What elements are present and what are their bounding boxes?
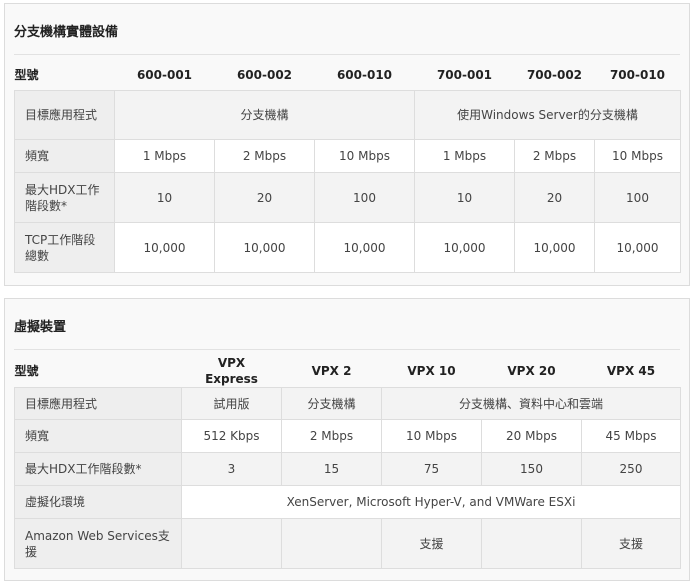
cell-tcp-sessions: 10,000 xyxy=(114,222,215,273)
table-row: 虛擬化環境 XenServer, Microsoft Hyper-V, and … xyxy=(14,485,681,519)
model-700-010: 700-010 xyxy=(609,68,666,82)
cell-bandwidth: 512 Kbps xyxy=(181,419,282,453)
cell-tcp-sessions: 10,000 xyxy=(514,222,595,273)
table-row: TCP工作階段總數 10,000 10,000 10,000 10,000 10… xyxy=(14,222,681,273)
model-vpx-express: VPX Express xyxy=(205,356,258,386)
row-label-application: 目標應用程式 xyxy=(14,90,115,140)
cell-bandwidth: 10 Mbps xyxy=(314,139,415,173)
cell-virtualization: XenServer, Microsoft Hyper-V, and VMWare… xyxy=(181,485,681,519)
cell-tcp-sessions: 10,000 xyxy=(314,222,415,273)
cell-aws xyxy=(181,518,282,569)
cell-application: 使用Windows Server的分支機構 xyxy=(414,90,681,140)
branch-spec-table: 型號 600-001 600-002 600-010 700-001 700-0… xyxy=(14,60,681,273)
cell-hdx-sessions: 10 xyxy=(414,172,515,223)
branch-panel-title: 分支機構實體設備 xyxy=(14,25,119,40)
table-row: 最大HDX工作階段數* 10 20 100 10 20 100 xyxy=(14,172,681,223)
cell-bandwidth: 45 Mbps xyxy=(581,419,681,453)
cell-bandwidth: 2 Mbps xyxy=(514,139,595,173)
cell-aws: 支援 xyxy=(581,518,681,569)
table-row: 頻寬 1 Mbps 2 Mbps 10 Mbps 1 Mbps 2 Mbps 1… xyxy=(14,139,681,173)
table-header-row: 型號 600-001 600-002 600-010 700-001 700-0… xyxy=(15,60,681,91)
model-vpx-45: VPX 45 xyxy=(606,364,656,378)
row-label-tcp-sessions: TCP工作階段總數 xyxy=(14,222,115,273)
cell-application: 分支機構 xyxy=(281,387,382,420)
model-vpx-10: VPX 10 xyxy=(407,364,456,378)
row-label-application: 目標應用程式 xyxy=(14,387,182,420)
cell-bandwidth: 2 Mbps xyxy=(214,139,315,173)
table-row: 最大HDX工作階段數* 3 15 75 150 250 xyxy=(14,452,681,486)
cell-tcp-sessions: 10,000 xyxy=(594,222,681,273)
model-header: 型號 xyxy=(14,364,39,378)
table-row: 頻寬 512 Kbps 2 Mbps 10 Mbps 20 Mbps 45 Mb… xyxy=(14,419,681,453)
row-label-hdx-sessions: 最大HDX工作階段數* xyxy=(14,172,115,223)
cell-hdx-sessions: 150 xyxy=(481,452,582,486)
table-row: 目標應用程式 試用版 分支機構 分支機構、資料中心和雲端 xyxy=(14,387,681,420)
cell-hdx-sessions: 100 xyxy=(594,172,681,223)
cell-hdx-sessions: 20 xyxy=(214,172,315,223)
cell-bandwidth: 10 Mbps xyxy=(381,419,482,453)
row-label-bandwidth: 頻寬 xyxy=(14,139,115,173)
table-row: 目標應用程式 分支機構 使用Windows Server的分支機構 xyxy=(14,90,681,140)
model-600-002: 600-002 xyxy=(236,68,293,82)
model-header: 型號 xyxy=(14,68,39,82)
cell-hdx-sessions: 10 xyxy=(114,172,215,223)
model-vpx-2: VPX 2 xyxy=(311,364,352,378)
cell-aws: 支援 xyxy=(381,518,482,569)
cell-application: 分支機構 xyxy=(114,90,415,140)
cell-bandwidth: 2 Mbps xyxy=(281,419,382,453)
cell-application: 試用版 xyxy=(181,387,282,420)
virtual-panel-title: 虛擬裝置 xyxy=(14,320,67,335)
row-label-aws: Amazon Web Services支援 xyxy=(14,518,182,569)
model-600-010: 600-010 xyxy=(336,68,393,82)
cell-hdx-sessions: 250 xyxy=(581,452,681,486)
branch-appliances-panel: 分支機構實體設備 型號 600-001 600-002 600-010 700-… xyxy=(4,3,690,286)
divider xyxy=(14,349,680,350)
virtual-spec-table: 型號 VPX Express VPX 2 VPX 10 VPX 20 VPX 4… xyxy=(14,355,681,569)
row-label-virtualization: 虛擬化環境 xyxy=(14,485,182,519)
model-vpx-20: VPX 20 xyxy=(507,364,556,378)
model-700-001: 700-001 xyxy=(436,68,493,82)
cell-hdx-sessions: 15 xyxy=(281,452,382,486)
cell-bandwidth: 1 Mbps xyxy=(414,139,515,173)
cell-tcp-sessions: 10,000 xyxy=(414,222,515,273)
model-600-001: 600-001 xyxy=(136,68,193,82)
table-row: Amazon Web Services支援 支援 支援 xyxy=(14,518,681,569)
cell-hdx-sessions: 3 xyxy=(181,452,282,486)
cell-hdx-sessions: 75 xyxy=(381,452,482,486)
cell-aws xyxy=(481,518,582,569)
cell-application: 分支機構、資料中心和雲端 xyxy=(381,387,681,420)
row-label-hdx-sessions: 最大HDX工作階段數* xyxy=(14,452,182,486)
cell-bandwidth: 1 Mbps xyxy=(114,139,215,173)
cell-hdx-sessions: 20 xyxy=(514,172,595,223)
divider xyxy=(14,54,680,55)
cell-bandwidth: 20 Mbps xyxy=(481,419,582,453)
cell-hdx-sessions: 100 xyxy=(314,172,415,223)
cell-aws xyxy=(281,518,382,569)
model-700-002: 700-002 xyxy=(526,68,583,82)
virtual-appliances-panel: 虛擬裝置 型號 VPX Express VPX 2 VPX 10 VPX 20 … xyxy=(4,298,690,581)
cell-bandwidth: 10 Mbps xyxy=(594,139,681,173)
cell-tcp-sessions: 10,000 xyxy=(214,222,315,273)
table-header-row: 型號 VPX Express VPX 2 VPX 10 VPX 20 VPX 4… xyxy=(15,355,681,388)
row-label-bandwidth: 頻寬 xyxy=(14,419,182,453)
